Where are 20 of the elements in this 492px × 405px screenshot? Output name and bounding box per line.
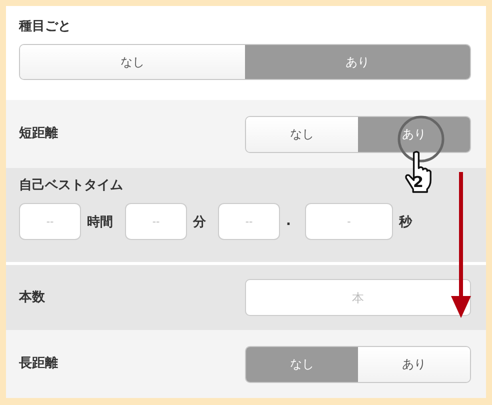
count-input[interactable]: 本 (245, 279, 471, 316)
section-label: 自己ベストタイム (19, 177, 123, 195)
down-arrow-icon (451, 172, 471, 318)
section-label: 本数 (19, 288, 45, 306)
unit-label: 秒 (398, 214, 412, 230)
time-input[interactable]: - (304, 203, 393, 240)
toggle-option[interactable]: あり (358, 346, 470, 382)
toggle-option[interactable]: なし (20, 45, 245, 79)
unit-label: 分 (193, 214, 206, 230)
section-label: 種目ごと (19, 18, 71, 36)
unit-label: 時間 (87, 214, 113, 230)
section-label: 長距離 (19, 355, 58, 373)
step-number: 2 (413, 174, 424, 190)
time-input[interactable]: -- (19, 203, 81, 240)
tap-circle-icon (397, 115, 445, 163)
unit-label: . (286, 214, 291, 229)
time-input[interactable]: -- (218, 203, 280, 240)
section-label: 短距離 (19, 125, 58, 143)
toggle-option[interactable]: なし (246, 116, 358, 152)
time-input[interactable]: -- (125, 203, 187, 240)
